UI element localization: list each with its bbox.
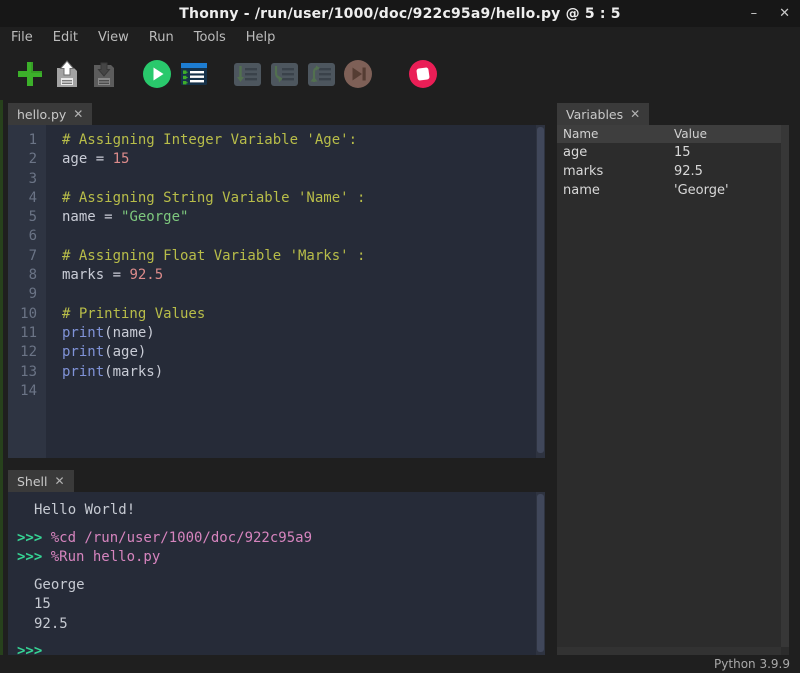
save-file-icon [90, 60, 118, 88]
variables-col-name: Name [557, 127, 674, 141]
shell-spacer [8, 521, 545, 529]
title-bar: Thonny - /run/user/1000/doc/922c95a9/hel… [0, 0, 800, 27]
close-icon[interactable]: ✕ [73, 107, 83, 121]
code-line: 10# Printing Values [8, 305, 545, 324]
code-line: 11print(name) [8, 324, 545, 343]
menu-help[interactable]: Help [246, 30, 276, 45]
variable-row[interactable]: name'George' [557, 181, 789, 200]
shell-tab-label: Shell [17, 474, 48, 489]
close-icon[interactable]: ✕ [55, 474, 65, 488]
open-file-icon [53, 60, 81, 88]
code-line: 12print(age) [8, 343, 545, 362]
run-play-icon [142, 59, 172, 89]
variables-col-value: Value [674, 127, 707, 141]
variables-scrollbar[interactable] [781, 125, 789, 647]
code-line: 14 [8, 382, 545, 401]
shell-scrollbar[interactable] [536, 492, 545, 655]
menu-file[interactable]: File [11, 30, 33, 45]
variables-panel: Name Value age15marks92.5name'George' [557, 125, 789, 655]
step-out-button[interactable] [306, 59, 336, 89]
step-into-icon [270, 60, 299, 89]
menu-run[interactable]: Run [149, 30, 174, 45]
code-line: 6 [8, 227, 545, 246]
code-line: 1# Assigning Integer Variable 'Age': [8, 131, 545, 150]
tab-variables[interactable]: Variables ✕ [557, 103, 649, 125]
shell-command-line: >>> %cd /run/user/1000/doc/922c95a9 [8, 529, 545, 549]
shell-spacer [8, 568, 545, 576]
shell[interactable]: Hello World! >>> %cd /run/user/1000/doc/9… [8, 492, 545, 655]
editor-tab-label: hello.py [17, 107, 66, 122]
variable-row[interactable]: age15 [557, 143, 789, 162]
code-line: 7# Assigning Float Variable 'Marks' : [8, 247, 545, 266]
code-editor[interactable]: 1# Assigning Integer Variable 'Age':2age… [8, 125, 545, 458]
status-bar: Python 3.9.9 [0, 655, 800, 673]
resume-button[interactable] [343, 59, 373, 89]
close-icon[interactable]: ✕ [630, 107, 640, 121]
code-line: 5name = "George" [8, 208, 545, 227]
shell-command-line: >>> %Run hello.py [8, 548, 545, 568]
plus-icon [16, 60, 44, 88]
python-version: Python 3.9.9 [714, 657, 790, 671]
shell-scrollbar-thumb[interactable] [537, 494, 544, 652]
code-line: 2age = 15 [8, 150, 545, 169]
code-line: 13print(marks) [8, 363, 545, 382]
step-into-button[interactable] [269, 59, 299, 89]
code-line: 8marks = 92.5 [8, 266, 545, 285]
window-controls: – ✕ [751, 0, 790, 27]
minimize-button[interactable]: – [751, 0, 758, 27]
editor-scrollbar-thumb[interactable] [537, 127, 544, 453]
shell-output-line: 92.5 [8, 615, 545, 635]
variables-tab-row: Variables ✕ [557, 103, 649, 125]
editor-lines: 1# Assigning Integer Variable 'Age':2age… [8, 131, 545, 401]
variables-header: Name Value [557, 125, 789, 143]
menu-edit[interactable]: Edit [53, 30, 78, 45]
editor-scrollbar[interactable] [536, 125, 545, 458]
shell-spacer [8, 634, 545, 642]
variables-rows: age15marks92.5name'George' [557, 143, 789, 200]
shell-output-line: Hello World! [8, 501, 545, 521]
open-file-button[interactable] [52, 59, 82, 89]
code-line: 9 [8, 285, 545, 304]
resume-icon [343, 59, 373, 89]
menu-tools[interactable]: Tools [194, 30, 226, 45]
step-out-icon [307, 60, 336, 89]
shell-output-line: 15 [8, 595, 545, 615]
variables-hscrollbar[interactable] [557, 647, 781, 655]
variables-tab-label: Variables [566, 107, 623, 122]
window-close-button[interactable]: ✕ [779, 0, 790, 27]
debug-button[interactable] [179, 59, 209, 89]
shell-output-line: George [8, 576, 545, 596]
variable-row[interactable]: marks92.5 [557, 162, 789, 181]
desktop-edge [0, 100, 3, 673]
shell-prompt-line: >>> [8, 642, 545, 655]
menu-bar: File Edit View Run Tools Help [0, 27, 800, 48]
step-over-button[interactable] [232, 59, 262, 89]
shell-lines: Hello World! >>> %cd /run/user/1000/doc/9… [8, 501, 545, 655]
new-file-button[interactable] [15, 59, 45, 89]
editor-tab-row: hello.py ✕ [8, 103, 92, 125]
save-file-button[interactable] [89, 59, 119, 89]
tab-shell[interactable]: Shell ✕ [8, 470, 74, 492]
menu-view[interactable]: View [98, 30, 129, 45]
shell-tab-row: Shell ✕ [8, 470, 74, 492]
tab-hello-py[interactable]: hello.py ✕ [8, 103, 92, 125]
code-line: 3 [8, 170, 545, 189]
code-line: 4# Assigning String Variable 'Name' : [8, 189, 545, 208]
run-button[interactable] [142, 59, 172, 89]
debug-icon [179, 59, 209, 89]
toolbar [0, 48, 800, 100]
stop-icon [408, 59, 438, 89]
step-over-icon [233, 60, 262, 89]
stop-button[interactable] [408, 59, 438, 89]
window-title: Thonny - /run/user/1000/doc/922c95a9/hel… [179, 6, 620, 22]
